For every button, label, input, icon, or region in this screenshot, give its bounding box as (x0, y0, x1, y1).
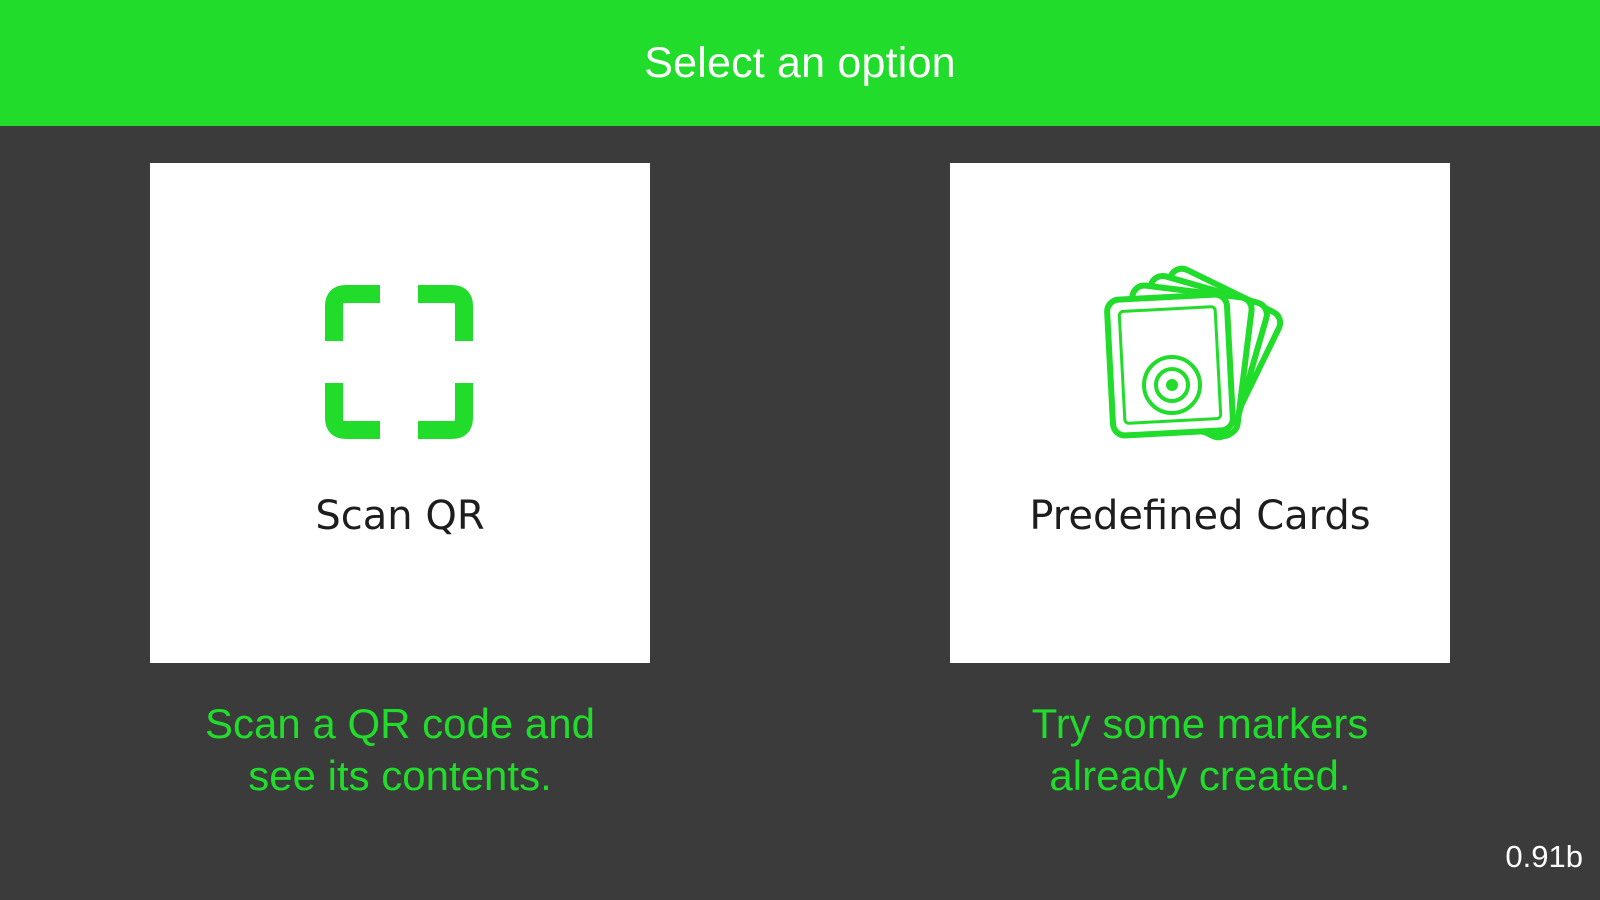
header-bar: Select an option (0, 0, 1600, 126)
predefined-cards-description-line: Try some markers (1031, 700, 1369, 747)
marker-cards-icon (1104, 265, 1284, 441)
predefined-cards-description-line: already created. (1049, 752, 1351, 799)
predefined-cards-description: Try some markers already created. (950, 698, 1450, 802)
predefined-cards-label: Predefined Cards (1029, 493, 1371, 539)
qr-scan-icon (325, 285, 473, 439)
page-title: Select an option (644, 38, 956, 87)
version-label: 0.91b (1505, 839, 1583, 874)
scan-qr-description: Scan a QR code and see its contents. (150, 698, 650, 802)
scan-qr-description-line: Scan a QR code and (205, 700, 595, 747)
scan-qr-description-line: see its contents. (248, 752, 552, 799)
scan-qr-button[interactable]: Scan QR (150, 163, 650, 663)
predefined-cards-button[interactable]: Predefined Cards (950, 163, 1450, 663)
scan-qr-label: Scan QR (315, 493, 485, 539)
